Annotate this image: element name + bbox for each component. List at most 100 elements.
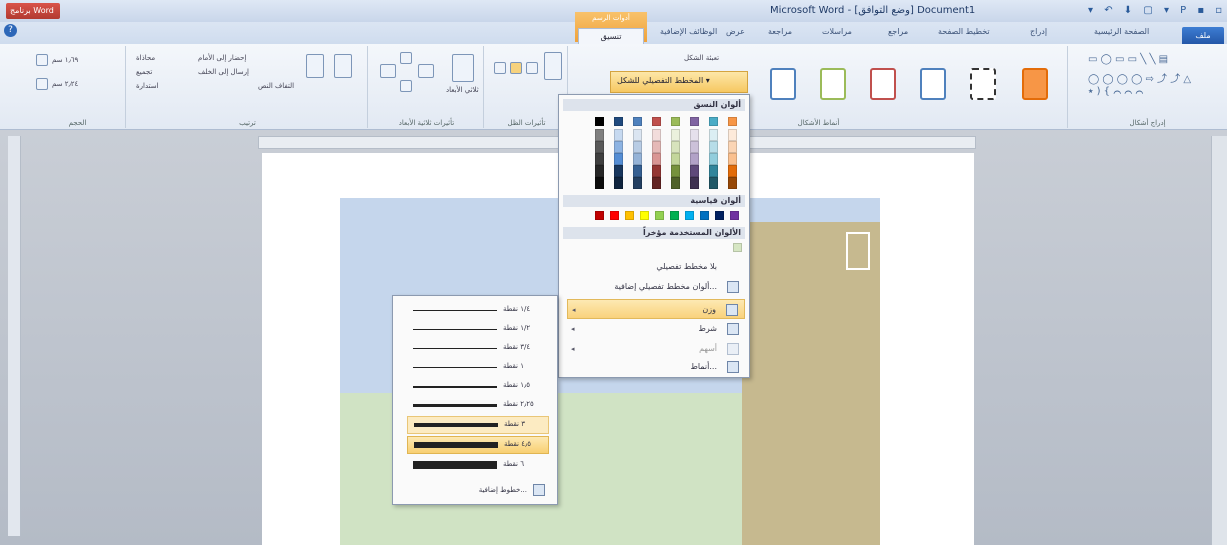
rotate-button[interactable]: استدارة <box>136 82 159 90</box>
theme-color-swatch[interactable] <box>671 165 680 177</box>
recent-color-swatch[interactable] <box>733 243 742 252</box>
style-swatch-blue-2[interactable] <box>920 68 946 100</box>
tab-addins[interactable]: الوظائف الإضافية <box>660 27 717 36</box>
arrows-item[interactable]: ◂ أسهم <box>567 339 745 359</box>
width-value[interactable]: ٢٫٢٤ سم <box>52 80 78 88</box>
weight-option[interactable]: ١ نقطة <box>407 359 549 377</box>
white-outline-shape[interactable] <box>846 232 870 270</box>
theme-color-swatch[interactable] <box>652 165 661 177</box>
theme-color-swatch[interactable] <box>728 177 737 189</box>
theme-color-swatch[interactable] <box>633 165 642 177</box>
group-button[interactable]: تجميع <box>136 68 152 76</box>
standard-color-swatch[interactable] <box>640 211 649 220</box>
weight-option[interactable]: ٦ نقطة <box>407 457 549 475</box>
help-icon[interactable]: ? <box>4 24 17 37</box>
theme-color-swatch[interactable] <box>728 129 737 141</box>
patterns-item[interactable]: أنماط... <box>567 357 745 377</box>
theme-color-swatch[interactable] <box>690 177 699 189</box>
position-icon[interactable] <box>306 54 324 78</box>
shapes-gallery-row2[interactable]: ◯ ◯ ◯ ◯ ⇨ ⤴ ⤴ △ <box>1088 70 1191 85</box>
theme-color-swatch[interactable] <box>690 117 699 126</box>
tab-page-layout[interactable]: تخطيط الصفحة <box>938 27 990 36</box>
standard-color-swatch[interactable] <box>610 211 619 220</box>
theme-color-swatch[interactable] <box>709 141 718 153</box>
tilt-up-icon[interactable] <box>400 52 412 64</box>
3d-effects-icon[interactable] <box>452 54 474 82</box>
theme-color-swatch[interactable] <box>614 117 623 126</box>
theme-color-swatch[interactable] <box>690 129 699 141</box>
theme-color-swatch[interactable] <box>614 153 623 165</box>
weight-option[interactable]: ١٫٥ نقطة <box>407 378 549 396</box>
theme-color-swatch[interactable] <box>728 165 737 177</box>
style-swatch-red[interactable] <box>870 68 896 100</box>
weight-option-selected[interactable]: ٤٫٥ نقطة <box>407 436 549 454</box>
style-swatch-orange[interactable] <box>1022 68 1048 100</box>
theme-color-swatch[interactable] <box>709 177 718 189</box>
theme-color-swatch[interactable] <box>728 153 737 165</box>
standard-color-swatch[interactable] <box>715 211 724 220</box>
theme-color-swatch[interactable] <box>652 117 661 126</box>
theme-color-swatch[interactable] <box>671 141 680 153</box>
theme-color-swatch[interactable] <box>728 117 737 126</box>
align-button[interactable]: محاذاة <box>136 54 155 62</box>
weight-option[interactable]: ٣/٤ نقطة <box>407 340 549 358</box>
bring-forward-button[interactable]: إحضار إلى الأمام <box>198 54 246 62</box>
height-value[interactable]: ١٫٦٩ سم <box>52 56 78 64</box>
shape-fill-button[interactable]: تعبئة الشكل <box>684 54 719 62</box>
shapes-gallery-row3[interactable]: ⭑ ) { ⌒ ⌒ ⌒ <box>1088 86 1143 97</box>
theme-color-swatch[interactable] <box>652 177 661 189</box>
theme-color-swatch[interactable] <box>633 129 642 141</box>
theme-color-swatch[interactable] <box>709 153 718 165</box>
standard-color-swatch[interactable] <box>655 211 664 220</box>
theme-color-swatch[interactable] <box>633 153 642 165</box>
theme-color-swatch[interactable] <box>614 177 623 189</box>
theme-color-swatch[interactable] <box>709 117 718 126</box>
nudge-right-icon[interactable] <box>526 62 538 74</box>
shadow-toggle-icon[interactable] <box>510 62 522 74</box>
tab-insert[interactable]: إدراج <box>1030 27 1047 36</box>
theme-color-swatch[interactable] <box>595 153 604 165</box>
style-swatch-green[interactable] <box>820 68 846 100</box>
weight-option[interactable]: ١/٢ نقطة <box>407 321 549 339</box>
theme-color-swatch[interactable] <box>652 141 661 153</box>
tab-file[interactable]: ملف <box>1182 27 1224 44</box>
weight-option[interactable]: ٣ نقطة <box>407 416 549 434</box>
theme-color-swatch[interactable] <box>633 117 642 126</box>
quick-access-toolbar[interactable]: ▾ ↶ ⬇ ▢ ▾ P ▪ ▫ <box>1088 5 1226 16</box>
theme-color-swatch[interactable] <box>633 177 642 189</box>
theme-color-swatch[interactable] <box>595 165 604 177</box>
3d-effects-label[interactable]: ثلاثي الأبعاد <box>446 86 479 94</box>
office-button[interactable]: برنامج Word <box>6 3 60 19</box>
standard-color-swatch[interactable] <box>700 211 709 220</box>
theme-color-swatch[interactable] <box>595 129 604 141</box>
theme-color-swatch[interactable] <box>671 117 680 126</box>
vertical-scrollbar[interactable] <box>1211 136 1227 545</box>
theme-color-swatch[interactable] <box>709 165 718 177</box>
style-swatch-blue[interactable] <box>770 68 796 100</box>
wrap-icon[interactable] <box>334 54 352 78</box>
tab-home[interactable]: الصفحة الرئيسية <box>1094 27 1149 36</box>
theme-color-swatch[interactable] <box>690 141 699 153</box>
theme-color-swatch[interactable] <box>709 129 718 141</box>
theme-color-swatch[interactable] <box>633 141 642 153</box>
theme-color-swatch[interactable] <box>595 141 604 153</box>
no-outline-item[interactable]: بلا مخطط تفصيلي <box>567 257 745 277</box>
nudge-left-icon[interactable] <box>494 62 506 74</box>
standard-color-swatch[interactable] <box>625 211 634 220</box>
weight-item[interactable]: ◂ وزن <box>567 299 745 319</box>
tab-mailings[interactable]: مراسلات <box>822 27 852 36</box>
shape-outline-button[interactable]: المخطط التفصيلي للشكل ▾ <box>610 71 748 93</box>
tilt-down-icon[interactable] <box>400 80 412 92</box>
standard-color-swatch[interactable] <box>670 211 679 220</box>
height-spin-icon[interactable] <box>36 54 48 66</box>
theme-color-swatch[interactable] <box>671 177 680 189</box>
theme-color-swatch[interactable] <box>728 141 737 153</box>
tan-rectangle-shape[interactable] <box>742 222 880 545</box>
tab-references[interactable]: مراجع <box>888 27 908 36</box>
dashes-item[interactable]: ◂ شرط <box>567 319 745 339</box>
tilt-right-icon[interactable] <box>418 64 434 78</box>
theme-color-swatch[interactable] <box>652 129 661 141</box>
theme-color-swatch[interactable] <box>614 129 623 141</box>
tab-review[interactable]: مراجعة <box>768 27 792 36</box>
theme-color-swatch[interactable] <box>690 153 699 165</box>
